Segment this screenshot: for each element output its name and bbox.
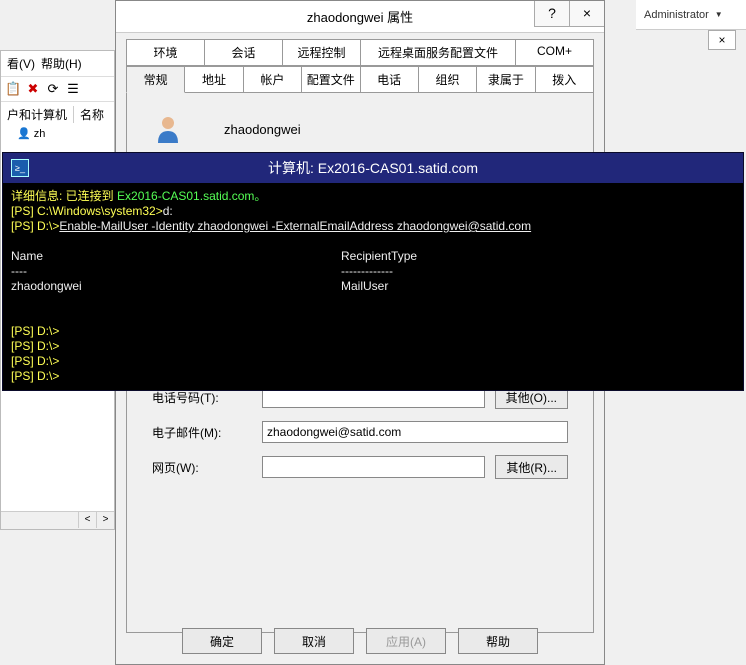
ps-path: C:\Windows\system32> (37, 204, 163, 218)
refresh-icon[interactable]: ⟳ (45, 81, 61, 97)
user-avatar-icon (152, 113, 184, 145)
ps-col-type: RecipientType (341, 249, 417, 263)
ps-info-host: Ex2016-CAS01.satid.com。 (117, 189, 266, 203)
user-icon-small: 👤 (17, 128, 31, 140)
ps-prompt: [PS] (11, 339, 37, 353)
dialog-close-button[interactable]: × (569, 1, 604, 27)
tree-root[interactable]: 户和计算机 (7, 106, 67, 123)
bg-toolbar: 📋 ✖ ⟳ ☰ (1, 77, 114, 102)
delete-icon[interactable]: ✖ (25, 81, 41, 97)
tab-general[interactable]: 常规 (126, 66, 185, 93)
ps-row-type: MailUser (341, 279, 388, 293)
list-user-row[interactable]: zh (34, 128, 46, 140)
tab-rds-profile[interactable]: 远程桌面服务配置文件 (360, 39, 516, 66)
ps-title-text: 计算机: Ex2016-CAS01.satid.com (268, 158, 478, 178)
dialog-help-button[interactable]: ? (534, 1, 569, 27)
ps-dash: ---- (11, 264, 341, 279)
scroll-right-icon[interactable]: > (96, 512, 114, 528)
dialog-title: zhaodongwei 属性 (307, 7, 413, 26)
ps-prompt: [PS] (11, 204, 37, 218)
ps-prompt: [PS] (11, 369, 37, 383)
ps-path: D:\> (37, 354, 59, 368)
ps-cmd-enable: Enable-MailUser -Identity zhaodongwei -E… (59, 219, 531, 233)
ps-console[interactable]: 详细信息: 已连接到 Ex2016-CAS01.satid.com。 [PS] … (3, 183, 743, 390)
tab-phone[interactable]: 电话 (360, 66, 419, 93)
tab-org[interactable]: 组织 (418, 66, 477, 93)
ps-cmd: d: (163, 204, 173, 218)
powershell-window[interactable]: ≥_ 计算机: Ex2016-CAS01.satid.com 详细信息: 已连接… (2, 152, 744, 391)
ok-button[interactable]: 确定 (182, 628, 262, 654)
dialog-titlebar[interactable]: zhaodongwei 属性 ? × (116, 1, 604, 33)
email-input[interactable] (262, 421, 568, 443)
properties-icon[interactable]: ☰ (65, 81, 81, 97)
scrollbar[interactable]: < > (1, 511, 114, 529)
tab-session[interactable]: 会话 (204, 39, 283, 66)
admin-dropdown[interactable]: Administrator ▼ (636, 0, 746, 30)
tab-address[interactable]: 地址 (184, 66, 243, 93)
column-name: 名称 (73, 106, 104, 123)
scroll-left-icon[interactable]: < (78, 512, 96, 528)
ps-path: D:\> (37, 219, 59, 233)
bg-window-close[interactable]: × (708, 30, 736, 50)
web-other-button[interactable]: 其他(R)... (495, 455, 568, 479)
menu-help[interactable]: 帮助(H) (41, 55, 82, 72)
menu-view[interactable]: 看(V) (7, 55, 35, 72)
tab-complus[interactable]: COM+ (515, 39, 594, 66)
web-label: 网页(W): (152, 459, 262, 476)
ps-info-prefix: 详细信息: 已连接到 (11, 189, 117, 203)
tab-dialin[interactable]: 拨入 (535, 66, 594, 93)
user-display-name: zhaodongwei (224, 122, 301, 137)
ps-path: D:\> (37, 369, 59, 383)
ps-icon: ≥_ (11, 159, 29, 177)
apply-button[interactable]: 应用(A) (366, 628, 446, 654)
admin-label: Administrator (644, 9, 709, 21)
ps-row-name: zhaodongwei (11, 279, 341, 294)
web-input[interactable] (262, 456, 485, 478)
cancel-button[interactable]: 取消 (274, 628, 354, 654)
ps-path: D:\> (37, 339, 59, 353)
help-button[interactable]: 帮助 (458, 628, 538, 654)
tab-memberof[interactable]: 隶属于 (476, 66, 535, 93)
caret-down-icon: ▼ (715, 10, 723, 19)
ps-dash: ------------- (341, 264, 393, 278)
ps-path: D:\> (37, 324, 59, 338)
ps-prompt: [PS] (11, 354, 37, 368)
tab-env[interactable]: 环境 (126, 39, 205, 66)
ps-titlebar[interactable]: ≥_ 计算机: Ex2016-CAS01.satid.com (3, 153, 743, 183)
tab-remote-control[interactable]: 远程控制 (282, 39, 361, 66)
email-label: 电子邮件(M): (152, 424, 262, 441)
tab-account[interactable]: 帐户 (243, 66, 302, 93)
phone-label: 电话号码(T): (152, 389, 262, 406)
copy-icon[interactable]: 📋 (5, 81, 21, 97)
tab-profile[interactable]: 配置文件 (301, 66, 360, 93)
ps-col-name: Name (11, 249, 341, 264)
ps-prompt: [PS] (11, 324, 37, 338)
ps-prompt: [PS] (11, 219, 37, 233)
